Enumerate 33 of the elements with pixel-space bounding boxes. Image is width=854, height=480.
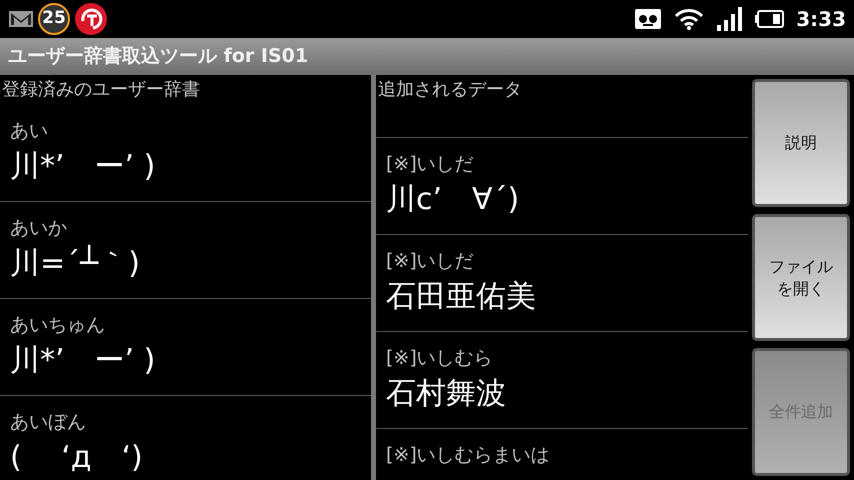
app-icon bbox=[74, 2, 108, 36]
word-text: 川*’ ー’ ) bbox=[10, 148, 156, 186]
reading-text: [※]いしむらまいは bbox=[386, 443, 551, 468]
reading-text: [※]いしだ bbox=[386, 249, 475, 274]
wifi-icon bbox=[674, 7, 704, 31]
action-button[interactable]: ファイルを開く bbox=[752, 214, 850, 342]
word-text: 川c’ ∀´) bbox=[386, 181, 520, 219]
action-button[interactable]: 説明 bbox=[752, 79, 850, 207]
word-text: 川*’ ー’ ) bbox=[10, 342, 156, 380]
word-text: 石田亜佑美 bbox=[386, 278, 537, 316]
list-item[interactable]: [※]いしだ 石田亜佑美 bbox=[376, 235, 748, 332]
reading-text: [※]いしだ bbox=[386, 152, 475, 177]
list-heading: 登録済みのユーザー辞書 bbox=[1, 78, 201, 102]
list-item[interactable]: [※]いしむら 石村舞波 bbox=[376, 332, 748, 429]
signal-icon bbox=[716, 6, 742, 32]
word-text: ( ‘д ‘) bbox=[10, 439, 144, 477]
list-item[interactable]: あいぼん ( ‘д ‘) bbox=[0, 396, 371, 480]
list-item[interactable]: [※]いしだ 川c’ ∀´) bbox=[376, 138, 748, 235]
clock-time: 3:33 bbox=[796, 6, 846, 33]
battery-icon bbox=[754, 10, 784, 28]
word-text: 川=´┴｀) bbox=[10, 244, 141, 283]
word-text: 石村舞波 bbox=[386, 375, 507, 413]
reading-text: あい bbox=[10, 119, 49, 144]
reading-text: あいぼん bbox=[10, 410, 87, 435]
robot-icon bbox=[634, 7, 662, 31]
list-item[interactable]: [※]いしむらまいは bbox=[376, 429, 748, 480]
mail-icon bbox=[8, 10, 34, 28]
reading-text: あいか bbox=[10, 216, 68, 241]
window-title: ユーザー辞書取込ツール for IS01 bbox=[8, 44, 308, 70]
reading-text: あいちゅん bbox=[10, 313, 106, 338]
reading-text: [※]いしむら bbox=[386, 346, 494, 371]
list-heading: 追加されるデータ bbox=[377, 78, 523, 102]
count-badge: 25 bbox=[38, 3, 70, 35]
